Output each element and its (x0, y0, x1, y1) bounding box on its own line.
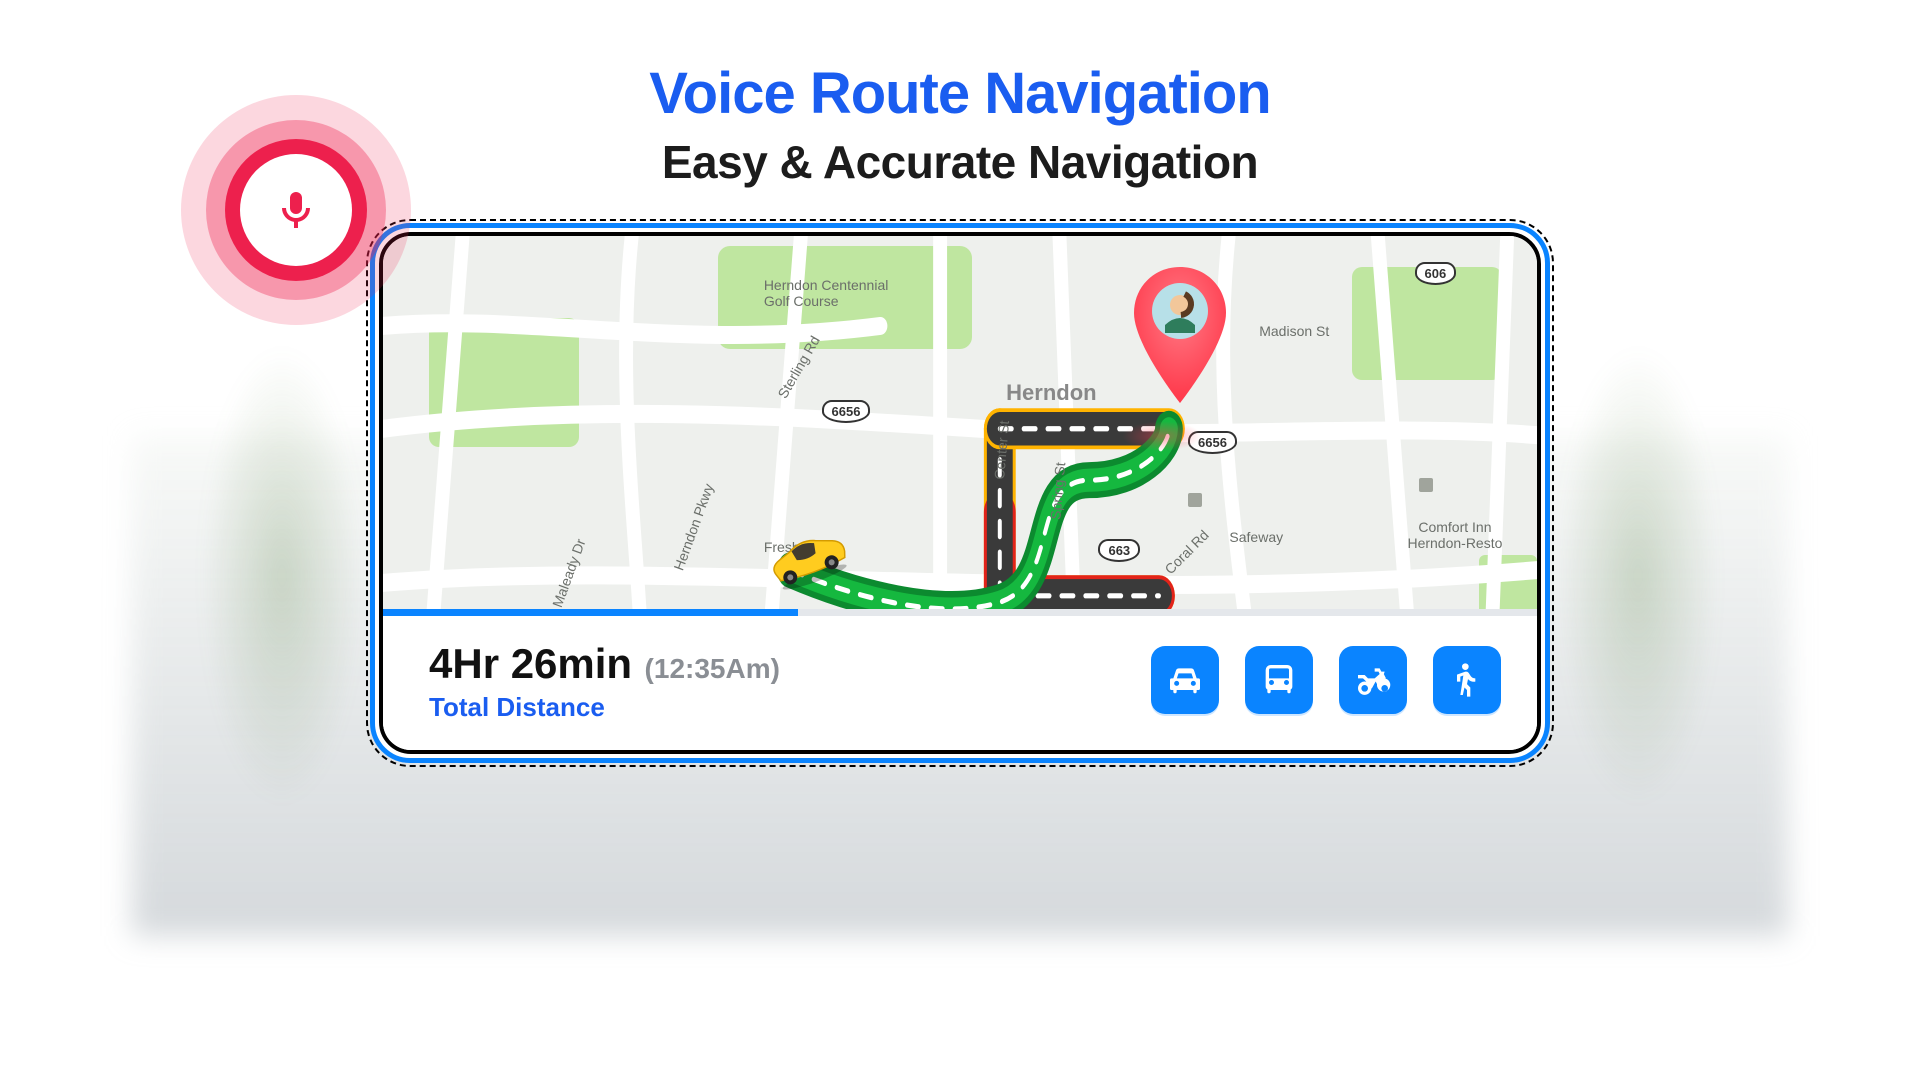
pin-pulse (1122, 421, 1202, 451)
bg-tree-left (202, 346, 362, 806)
road-shield: 606 (1415, 262, 1457, 285)
poi-icon (1419, 478, 1433, 492)
mode-walk-button[interactable] (1433, 646, 1501, 714)
page-title: Voice Route Navigation (232, 60, 1688, 127)
trip-info: 4Hr 26min (12:35Am) Total Distance (429, 640, 780, 723)
car-icon (1165, 660, 1205, 700)
bus-icon (1259, 660, 1299, 700)
mic-core (240, 154, 352, 266)
trip-arrival: (12:35Am) (645, 653, 780, 684)
microphone-icon (272, 186, 320, 234)
trip-bottom-bar: 4Hr 26min (12:35Am) Total Distance (383, 614, 1537, 750)
travel-mode-group (1151, 646, 1501, 714)
mode-motorcycle-button[interactable] (1339, 646, 1407, 714)
map-label-herndon: Herndon (1006, 380, 1096, 406)
bg-tree-right (1558, 346, 1718, 806)
destination-pin[interactable] (1130, 267, 1230, 412)
poi-icon (1188, 493, 1202, 507)
motorcycle-icon (1353, 660, 1393, 700)
route-progress-fill (383, 609, 798, 616)
route-progress-track (383, 609, 1537, 616)
map-label-safeway: Safeway (1229, 529, 1283, 545)
walk-icon (1447, 660, 1487, 700)
mode-car-button[interactable] (1151, 646, 1219, 714)
mode-bus-button[interactable] (1245, 646, 1313, 714)
map-label-comfort: Comfort Inn Herndon-Resto (1407, 519, 1502, 551)
page-subtitle: Easy & Accurate Navigation (232, 135, 1688, 189)
map-label-golf: Herndon Centennial Golf Course (764, 277, 889, 309)
trip-distance-label: Total Distance (429, 692, 780, 723)
map-label-madison: Madison St (1259, 323, 1329, 339)
device-frame: Herndon Centennial Golf Course Sterling … (370, 223, 1550, 763)
trip-duration: 4Hr 26min (429, 640, 632, 687)
